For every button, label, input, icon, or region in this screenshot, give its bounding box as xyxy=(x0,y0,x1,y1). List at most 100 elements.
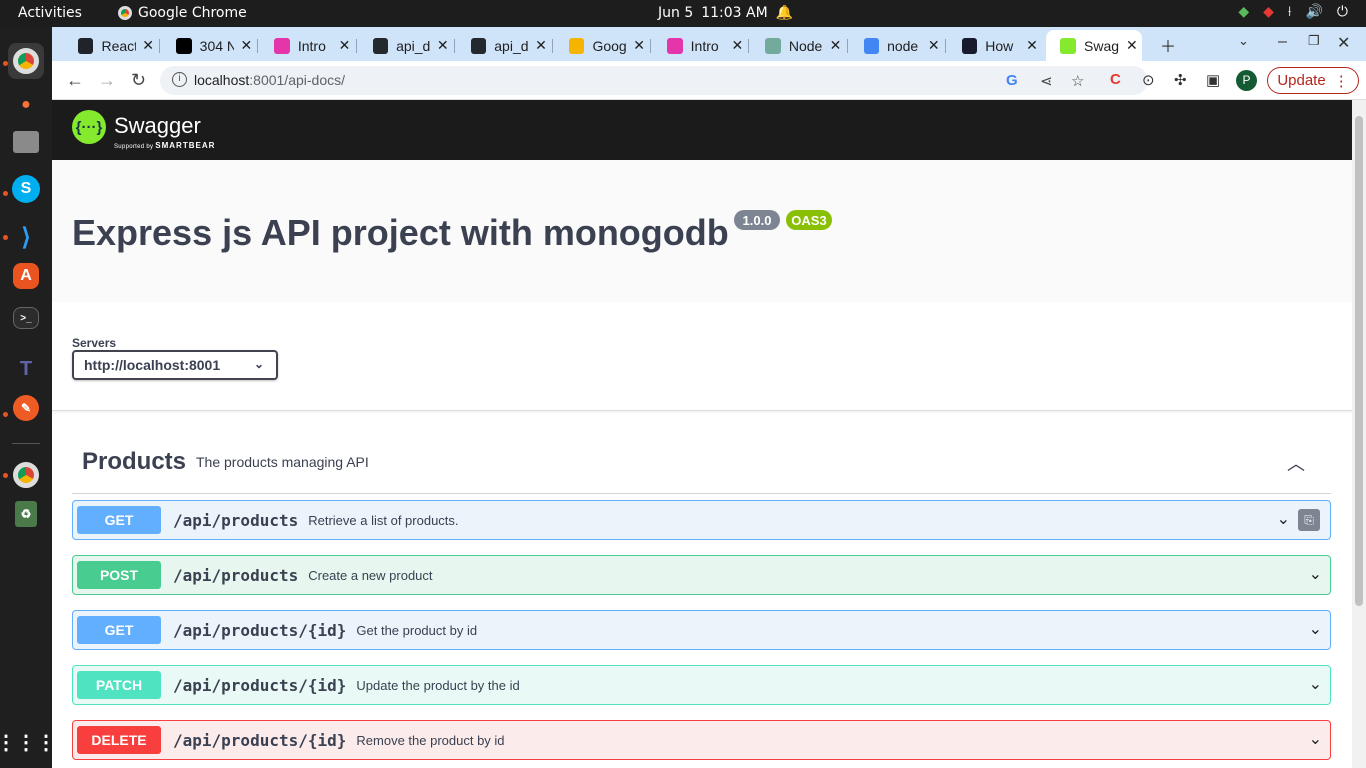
browser-tab[interactable]: Intro ✕ xyxy=(260,30,350,61)
close-tab-icon[interactable]: ✕ xyxy=(1026,37,1038,54)
close-tab-icon[interactable]: ✕ xyxy=(437,37,449,54)
reload-button[interactable]: ↻ xyxy=(131,70,146,91)
forward-button[interactable]: → xyxy=(98,70,116,91)
operation-summary: Remove the product by id xyxy=(356,732,505,748)
operation-patch[interactable]: PATCH/api/products/{id} Update the produc… xyxy=(72,665,1331,705)
skype-icon[interactable]: S xyxy=(12,175,40,203)
chevron-up-icon[interactable]: ︿ xyxy=(1287,450,1305,476)
running-indicator xyxy=(3,191,8,196)
browser-tab[interactable]: React ✕ xyxy=(64,30,154,61)
update-button[interactable]: Update ⋮ xyxy=(1267,67,1359,94)
browser-tab[interactable]: Node ✕ xyxy=(751,30,841,61)
swagger-brand: Swagger xyxy=(114,113,201,138)
postman-icon[interactable]: ✎ xyxy=(13,395,39,421)
browser-tab[interactable]: Intro ✕ xyxy=(653,30,743,61)
show-apps-icon[interactable]: ⋮⋮⋮ xyxy=(0,724,56,760)
api-title: Express js API project with monogodb xyxy=(72,212,729,253)
system-tray[interactable]: ◆ ◆ ⟊ 🔊 ⏻ xyxy=(1238,4,1348,20)
react-icon xyxy=(78,37,94,54)
close-tab-icon[interactable]: ✕ xyxy=(535,37,547,54)
chrome-icon xyxy=(13,462,39,488)
google-lens-icon[interactable]: G xyxy=(1006,72,1018,89)
navigation-bar: ← → ↻ i localhost:8001/api-docs/ G ⋖ ☆ C… xyxy=(52,61,1366,100)
operation-get[interactable]: GET/api/products Retrieve a list of produ… xyxy=(72,500,1331,540)
close-tab-icon[interactable]: ✕ xyxy=(240,37,252,54)
extensions-puzzle-icon[interactable]: ✣ xyxy=(1174,71,1187,89)
chrome-dock-icon[interactable] xyxy=(8,43,44,79)
operation-path: /api/products/{id} xyxy=(173,620,347,640)
side-panel-icon[interactable]: ▣ xyxy=(1206,71,1220,89)
operation-path: /api/products/{id} xyxy=(173,730,347,750)
page-scrollbar[interactable] xyxy=(1352,100,1366,768)
close-tab-icon[interactable]: ✕ xyxy=(731,37,743,54)
tab-title: Intro xyxy=(297,37,326,54)
browser-tab[interactable]: Swag ✕ xyxy=(1046,30,1142,61)
app-menu[interactable]: Google Chrome xyxy=(118,5,247,21)
close-tab-icon[interactable]: ✕ xyxy=(142,37,154,54)
operation-get[interactable]: GET/api/products/{id} Get the product by … xyxy=(72,610,1331,650)
api-info: Express js API project with monogodb 1.0… xyxy=(52,160,1352,302)
http-method-badge: GET xyxy=(77,616,161,644)
trash-icon[interactable]: ♻ xyxy=(15,501,37,527)
chevron-down-icon[interactable]: ⌄ xyxy=(1309,619,1322,639)
operation-post[interactable]: POST/api/products Create a new product ⌄ xyxy=(72,555,1331,595)
browser-tab[interactable]: Goog ✕ xyxy=(555,30,645,61)
minimize-button[interactable]: – xyxy=(1278,33,1287,51)
chrome-dock-icon-2[interactable] xyxy=(8,457,44,493)
graphql-icon xyxy=(274,37,290,54)
tab-title: node xyxy=(887,37,919,54)
volume-icon: 🔊 xyxy=(1305,4,1323,20)
profile-avatar[interactable]: P xyxy=(1236,70,1257,91)
tag-header-products[interactable]: Products The products managing API ︿ xyxy=(72,438,1331,494)
maximize-button[interactable]: ❐ xyxy=(1308,33,1320,49)
bookmark-star-icon[interactable]: ☆ xyxy=(1071,72,1084,90)
extension-json-icon[interactable]: ⊙ xyxy=(1142,71,1155,89)
http-method-badge: PATCH xyxy=(77,671,161,699)
share-icon[interactable]: ⋖ xyxy=(1040,72,1053,90)
close-tab-icon[interactable]: ✕ xyxy=(339,37,351,54)
url-text: localhost:8001/api-docs/ xyxy=(194,72,345,88)
server-select[interactable]: http://localhost:8001 ⌄ xyxy=(72,350,278,380)
close-tab-icon[interactable]: ✕ xyxy=(633,37,645,54)
operation-summary: Create a new product xyxy=(308,567,433,583)
close-tab-icon[interactable]: ✕ xyxy=(928,37,940,54)
http-method-badge: POST xyxy=(77,561,161,589)
extension-c-icon[interactable]: C xyxy=(1110,71,1121,88)
vscode-icon[interactable]: ⟩ xyxy=(8,219,44,255)
back-button[interactable]: ← xyxy=(66,70,84,91)
more-menu-icon: ⋮ xyxy=(1333,72,1349,90)
firefox-icon[interactable]: ● xyxy=(8,87,44,123)
operation-delete[interactable]: DELETE/api/products/{id} Remove the produ… xyxy=(72,720,1331,760)
operation-path: /api/products xyxy=(173,510,299,530)
scrollbar-thumb[interactable] xyxy=(1355,116,1363,606)
browser-tab[interactable]: How ✕ xyxy=(948,30,1038,61)
browser-tab[interactable]: api_d ✕ xyxy=(457,30,547,61)
software-center-icon[interactable]: A xyxy=(13,263,39,289)
files-icon[interactable] xyxy=(13,131,39,153)
http-method-badge: GET xyxy=(77,506,161,534)
browser-tab[interactable]: api_d ✕ xyxy=(359,30,449,61)
new-tab-button[interactable]: ＋ xyxy=(1160,33,1176,57)
tab-search-icon[interactable]: ⌄ xyxy=(1238,33,1249,49)
tab-title: Intro xyxy=(690,37,719,54)
chevron-down-icon[interactable]: ⌄ xyxy=(1309,564,1322,584)
close-tab-icon[interactable]: ✕ xyxy=(1126,37,1138,54)
swagger-logo-icon[interactable]: {···} xyxy=(72,110,106,144)
browser-tab[interactable]: node ✕ xyxy=(850,30,940,61)
clock[interactable]: Jun 5 11:03 AM 🔔 xyxy=(658,5,793,21)
smartbear-text: SMARTBEAR xyxy=(155,141,216,150)
browser-tab[interactable]: 304 N ✕ xyxy=(162,30,252,61)
supported-by-text: Supported by xyxy=(114,144,154,150)
close-tab-icon[interactable]: ✕ xyxy=(830,37,842,54)
chevron-down-icon[interactable]: ⌄ xyxy=(1309,729,1322,749)
chevron-down-icon[interactable]: ⌄ xyxy=(1277,509,1290,529)
terminal-icon[interactable]: >_ xyxy=(13,307,39,329)
activities-button[interactable]: Activities xyxy=(18,5,82,21)
address-bar[interactable]: i localhost:8001/api-docs/ G ⋖ ☆ xyxy=(160,66,1148,95)
site-info-icon[interactable]: i xyxy=(172,72,187,87)
chevron-down-icon[interactable]: ⌄ xyxy=(1309,674,1322,694)
running-indicator xyxy=(3,61,8,66)
copy-path-icon[interactable]: ⎘ xyxy=(1298,509,1320,531)
close-window-button[interactable]: ✕ xyxy=(1337,33,1350,53)
teams-icon[interactable]: T xyxy=(8,351,44,387)
